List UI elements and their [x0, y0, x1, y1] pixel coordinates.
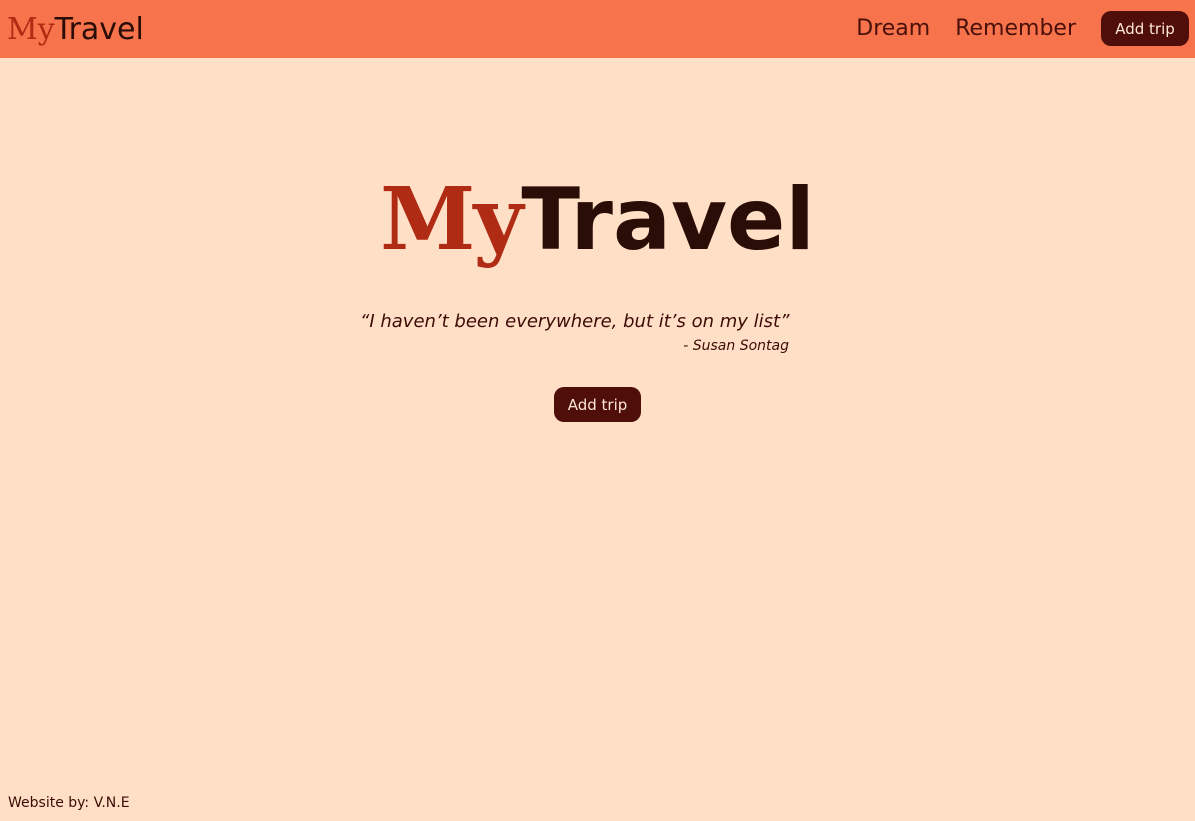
hero-title: MyTravel — [0, 165, 1195, 275]
brand-logo-my: My — [7, 12, 55, 47]
nav-link-dream[interactable]: Dream — [856, 11, 930, 46]
quote-text: “I haven’t been everywhere, but it’s on … — [360, 311, 790, 332]
nav-add-trip-button[interactable]: Add trip — [1101, 11, 1189, 46]
hero-title-my: My — [380, 169, 523, 270]
brand-logo[interactable]: MyTravel — [7, 10, 144, 50]
nav-link-remember[interactable]: Remember — [955, 11, 1076, 46]
brand-logo-travel: Travel — [54, 12, 144, 47]
footer-credit: Website by: V.N.E — [8, 795, 130, 811]
quote-block: “I haven’t been everywhere, but it’s on … — [360, 308, 789, 356]
quote-author: - Susan Sontag — [683, 338, 789, 354]
nav-links: Dream Remember Add trip — [856, 11, 1189, 46]
hero-add-trip-button[interactable]: Add trip — [554, 387, 641, 422]
hero-title-travel: Travel — [521, 170, 815, 270]
navbar: MyTravel Dream Remember Add trip — [0, 0, 1195, 58]
